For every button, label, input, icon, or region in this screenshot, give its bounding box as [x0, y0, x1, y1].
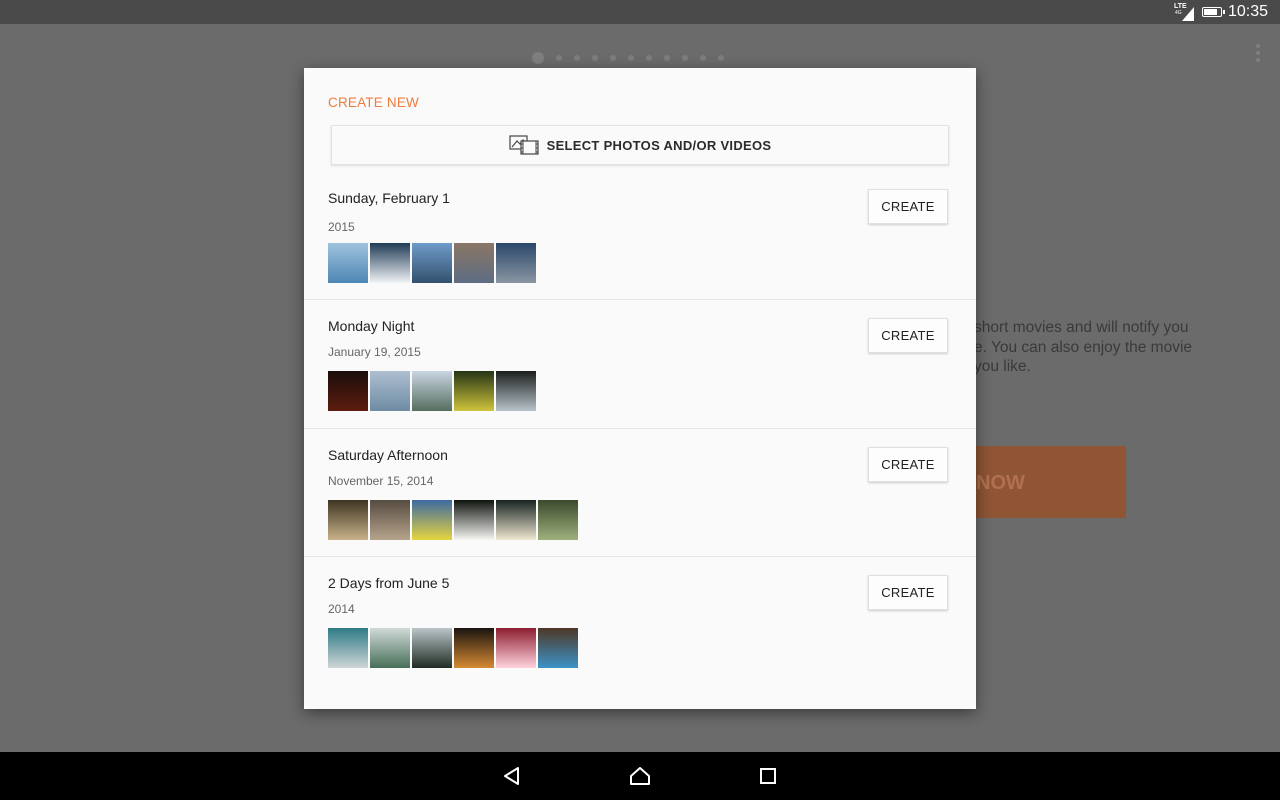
- photo-thumbnail: [496, 243, 536, 283]
- photo-thumbnail: [370, 243, 410, 283]
- photo-thumbnail: [328, 628, 368, 668]
- photo-thumbnail: [538, 500, 578, 540]
- page-dot: [556, 55, 562, 61]
- event-title: 2 Days from June 5: [328, 575, 450, 591]
- event-title: Monday Night: [328, 318, 415, 334]
- page-dot: [532, 52, 544, 64]
- photo-thumbnail: [454, 243, 494, 283]
- event-row: 2 Days from June 5 2014 CREATE: [304, 557, 976, 697]
- signal-icon: LTE 4G: [1174, 3, 1196, 21]
- create-button[interactable]: CREATE: [868, 575, 948, 610]
- thumbnail-strip: [328, 243, 536, 283]
- page-dot: [700, 55, 706, 61]
- event-row: Sunday, February 1 2015 CREATE: [304, 172, 976, 300]
- photo-thumbnail: [412, 628, 452, 668]
- thumbnail-strip: [328, 371, 536, 411]
- navigation-bar: [0, 752, 1280, 800]
- photo-thumbnail: [328, 371, 368, 411]
- event-subtitle: January 19, 2015: [328, 345, 421, 359]
- create-new-dialog: CREATE NEW SELECT PHOTOS AND/OR VIDEOS S…: [304, 68, 976, 709]
- page-dot: [610, 55, 616, 61]
- photo-thumbnail: [454, 628, 494, 668]
- page-dot: [664, 55, 670, 61]
- photo-thumbnail: [370, 500, 410, 540]
- overflow-menu-icon[interactable]: [1256, 44, 1260, 62]
- event-subtitle: November 15, 2014: [328, 474, 434, 488]
- page-indicator: [532, 52, 724, 64]
- event-title: Sunday, February 1: [328, 190, 450, 206]
- photo-thumbnail: [328, 500, 368, 540]
- page-dot: [646, 55, 652, 61]
- background-description: short movies and will notify you e. You …: [974, 319, 1193, 375]
- select-photos-button[interactable]: SELECT PHOTOS AND/OR VIDEOS: [331, 125, 949, 165]
- status-bar: LTE 4G 10:35: [0, 0, 1280, 24]
- photo-thumbnail: [496, 628, 536, 668]
- create-button[interactable]: CREATE: [868, 318, 948, 353]
- photo-thumbnail: [412, 371, 452, 411]
- recents-icon[interactable]: [756, 764, 780, 788]
- event-subtitle: 2015: [328, 220, 355, 234]
- home-icon[interactable]: [628, 764, 652, 788]
- photo-thumbnail: [454, 500, 494, 540]
- page-dot: [574, 55, 580, 61]
- photo-thumbnail: [496, 500, 536, 540]
- event-row: Saturday Afternoon November 15, 2014 CRE…: [304, 429, 976, 557]
- create-button[interactable]: CREATE: [868, 189, 948, 224]
- battery-icon: [1201, 7, 1225, 17]
- photo-thumbnail: [454, 371, 494, 411]
- photo-thumbnail: [496, 371, 536, 411]
- page-dot: [718, 55, 724, 61]
- page-dot: [628, 55, 634, 61]
- photo-thumbnail: [538, 628, 578, 668]
- event-subtitle: 2014: [328, 602, 355, 616]
- page-dot: [682, 55, 688, 61]
- page-dot: [592, 55, 598, 61]
- thumbnail-strip: [328, 500, 578, 540]
- create-button[interactable]: CREATE: [868, 447, 948, 482]
- clock: 10:35: [1227, 3, 1268, 20]
- background-cta-button[interactable]: NOW: [960, 446, 1126, 518]
- photo-thumbnail: [412, 243, 452, 283]
- photo-thumbnail: [412, 500, 452, 540]
- thumbnail-strip: [328, 628, 578, 668]
- event-title: Saturday Afternoon: [328, 447, 448, 463]
- photo-thumbnail: [370, 371, 410, 411]
- back-icon[interactable]: [500, 764, 524, 788]
- status-icons: LTE 4G 10:35: [1174, 0, 1268, 24]
- event-row: Monday Night January 19, 2015 CREATE: [304, 300, 976, 429]
- photo-video-icon: [508, 135, 539, 155]
- select-photos-label: SELECT PHOTOS AND/OR VIDEOS: [546, 137, 772, 153]
- photo-thumbnail: [328, 243, 368, 283]
- photo-thumbnail: [370, 628, 410, 668]
- dialog-title: CREATE NEW: [328, 95, 420, 110]
